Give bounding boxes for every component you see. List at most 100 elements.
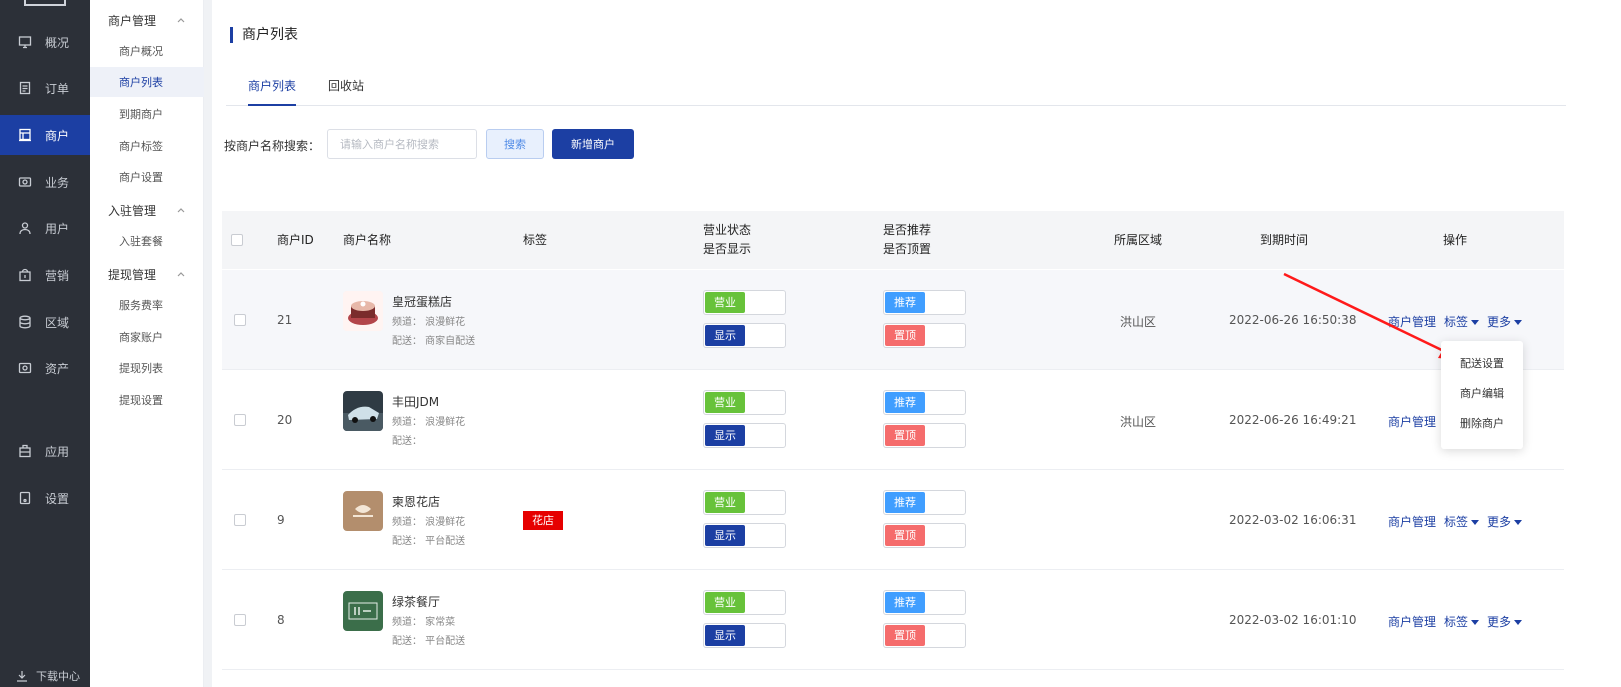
nav-label: 订单: [45, 81, 70, 96]
chevron-up-icon: [177, 208, 185, 213]
tag-dropdown[interactable]: 标签: [1444, 613, 1480, 630]
show-toggle-label: 显示: [705, 525, 745, 546]
merchant-avatar: [343, 291, 383, 331]
open-toggle[interactable]: 营业: [703, 490, 786, 515]
merchant-channel: 频道： 浪漫鲜花: [392, 417, 466, 428]
menu-item-edit-merchant[interactable]: 商户编辑: [1441, 379, 1523, 409]
manage-link[interactable]: 商户管理: [1388, 313, 1436, 330]
tag-dropdown[interactable]: 标签: [1444, 513, 1480, 530]
nav-item-marketing[interactable]: 营销: [0, 255, 90, 295]
nav-item-orders[interactable]: 订单: [0, 68, 90, 108]
top-toggle[interactable]: 置顶: [883, 523, 966, 548]
nav-item-merchants[interactable]: 商户: [0, 115, 90, 155]
open-toggle[interactable]: 营业: [703, 290, 786, 315]
merchant-delivery: 配送： 商家自配送: [392, 336, 476, 347]
nav-label: 区域: [45, 315, 70, 330]
subnav-item-label: 商户概况: [119, 45, 163, 58]
recommend-toggle[interactable]: 推荐: [883, 590, 966, 615]
more-dropdown-label: 更多: [1487, 515, 1512, 529]
download-icon: [16, 670, 28, 682]
subnav-item-packages[interactable]: 入驻套餐: [90, 226, 204, 256]
menu-item-delete-merchant[interactable]: 删除商户: [1441, 409, 1523, 439]
app-icon: [18, 444, 32, 458]
open-toggle[interactable]: 营业: [703, 390, 786, 415]
top-toggle[interactable]: 置顶: [883, 423, 966, 448]
row-checkbox[interactable]: [234, 514, 246, 526]
merchant-avatar: [343, 591, 383, 631]
show-toggle[interactable]: 显示: [703, 523, 786, 548]
nav-item-apps[interactable]: 应用: [0, 431, 90, 471]
merchant-id: 9: [277, 513, 285, 527]
subnav-group-withdraw[interactable]: 提现管理: [90, 263, 204, 285]
page-title: 商户列表: [230, 27, 298, 43]
row-checkbox[interactable]: [234, 314, 246, 326]
merchant-channel: 频道： 家常菜: [392, 617, 456, 628]
manage-link[interactable]: 商户管理: [1388, 613, 1436, 630]
subnav-item-label: 商户标签: [119, 140, 163, 153]
subnav-item-overview[interactable]: 商户概况: [90, 36, 204, 66]
show-toggle[interactable]: 显示: [703, 623, 786, 648]
group-label: 入驻管理: [108, 203, 157, 218]
recommend-toggle[interactable]: 推荐: [883, 290, 966, 315]
top-toggle[interactable]: 置顶: [883, 323, 966, 348]
nav-label: 业务: [45, 175, 70, 190]
recommend-toggle[interactable]: 推荐: [883, 490, 966, 515]
subnav-item-accounts[interactable]: 商家账户: [90, 322, 204, 352]
menu-item-delivery-settings[interactable]: 配送设置: [1441, 349, 1523, 379]
subnav-group-merchant-manage[interactable]: 商户管理: [90, 9, 204, 31]
recommend-toggle-label: 推荐: [885, 392, 925, 413]
merchant-expire: 2022-03-02 16:06:31: [1229, 513, 1357, 527]
recommend-toggle[interactable]: 推荐: [883, 390, 966, 415]
nav-item-users[interactable]: 用户: [0, 208, 90, 248]
subnav-item-expired[interactable]: 到期商户: [90, 99, 204, 129]
subnav-item-fee-rate[interactable]: 服务费率: [90, 290, 204, 320]
more-dropdown[interactable]: 更多: [1487, 313, 1523, 330]
nav-item-settings[interactable]: 设置: [0, 478, 90, 518]
nav-item-business[interactable]: 业务: [0, 162, 90, 202]
subnav-item-withdraw-settings[interactable]: 提现设置: [90, 385, 204, 415]
header-name: 商户名称: [343, 233, 392, 247]
tab-merchant-list[interactable]: 商户列表: [248, 76, 297, 106]
merchant-id: 20: [277, 413, 293, 427]
merchant-name: 皇冠蛋糕店: [392, 295, 453, 309]
top-toggle-label: 置顶: [885, 625, 925, 646]
manage-link[interactable]: 商户管理: [1388, 513, 1436, 530]
show-toggle[interactable]: 显示: [703, 423, 786, 448]
search-button[interactable]: 搜索: [486, 129, 544, 159]
nav-item-region[interactable]: 区域: [0, 302, 90, 342]
open-toggle[interactable]: 营业: [703, 590, 786, 615]
show-toggle[interactable]: 显示: [703, 323, 786, 348]
more-dropdown[interactable]: 更多: [1487, 613, 1523, 630]
subnav-group-onboarding[interactable]: 入驻管理: [90, 199, 204, 221]
add-merchant-button[interactable]: 新增商户: [552, 129, 634, 159]
subnav-item-withdraw-list[interactable]: 提现列表: [90, 353, 204, 383]
more-dropdown[interactable]: 更多: [1487, 513, 1523, 530]
row-checkbox[interactable]: [234, 414, 246, 426]
logo: [24, 0, 66, 6]
top-toggle-label: 置顶: [885, 325, 925, 346]
subnav-item-merchant-list[interactable]: 商户列表: [90, 67, 204, 97]
header-recommend: 是否推荐 是否顶置: [883, 221, 931, 259]
header-region: 所属区域: [1114, 233, 1163, 247]
store-icon: [18, 128, 32, 142]
user-icon: [18, 221, 32, 235]
tab-recycle-bin[interactable]: 回收站: [328, 76, 364, 106]
tag-dropdown[interactable]: 标签: [1444, 313, 1480, 330]
search-input[interactable]: [327, 129, 477, 159]
subnav-item-settings[interactable]: 商户设置: [90, 162, 204, 192]
tag-dropdown-label: 标签: [1444, 515, 1469, 529]
nav-download-center[interactable]: 下载中心: [0, 668, 90, 684]
merchant-avatar: [343, 391, 383, 431]
tag-dropdown-label: 标签: [1444, 615, 1469, 629]
nav-item-assets[interactable]: 资产: [0, 348, 90, 388]
row-checkbox[interactable]: [234, 614, 246, 626]
select-all-checkbox[interactable]: [231, 234, 243, 246]
top-toggle[interactable]: 置顶: [883, 623, 966, 648]
group-label: 提现管理: [108, 267, 157, 282]
manage-link[interactable]: 商户管理: [1388, 413, 1436, 430]
nav-item-overview[interactable]: 概况: [0, 22, 90, 62]
open-toggle-label: 营业: [705, 592, 745, 613]
show-toggle-label: 显示: [705, 325, 745, 346]
header-ops: 操作: [1443, 233, 1468, 247]
subnav-item-tags[interactable]: 商户标签: [90, 131, 204, 161]
